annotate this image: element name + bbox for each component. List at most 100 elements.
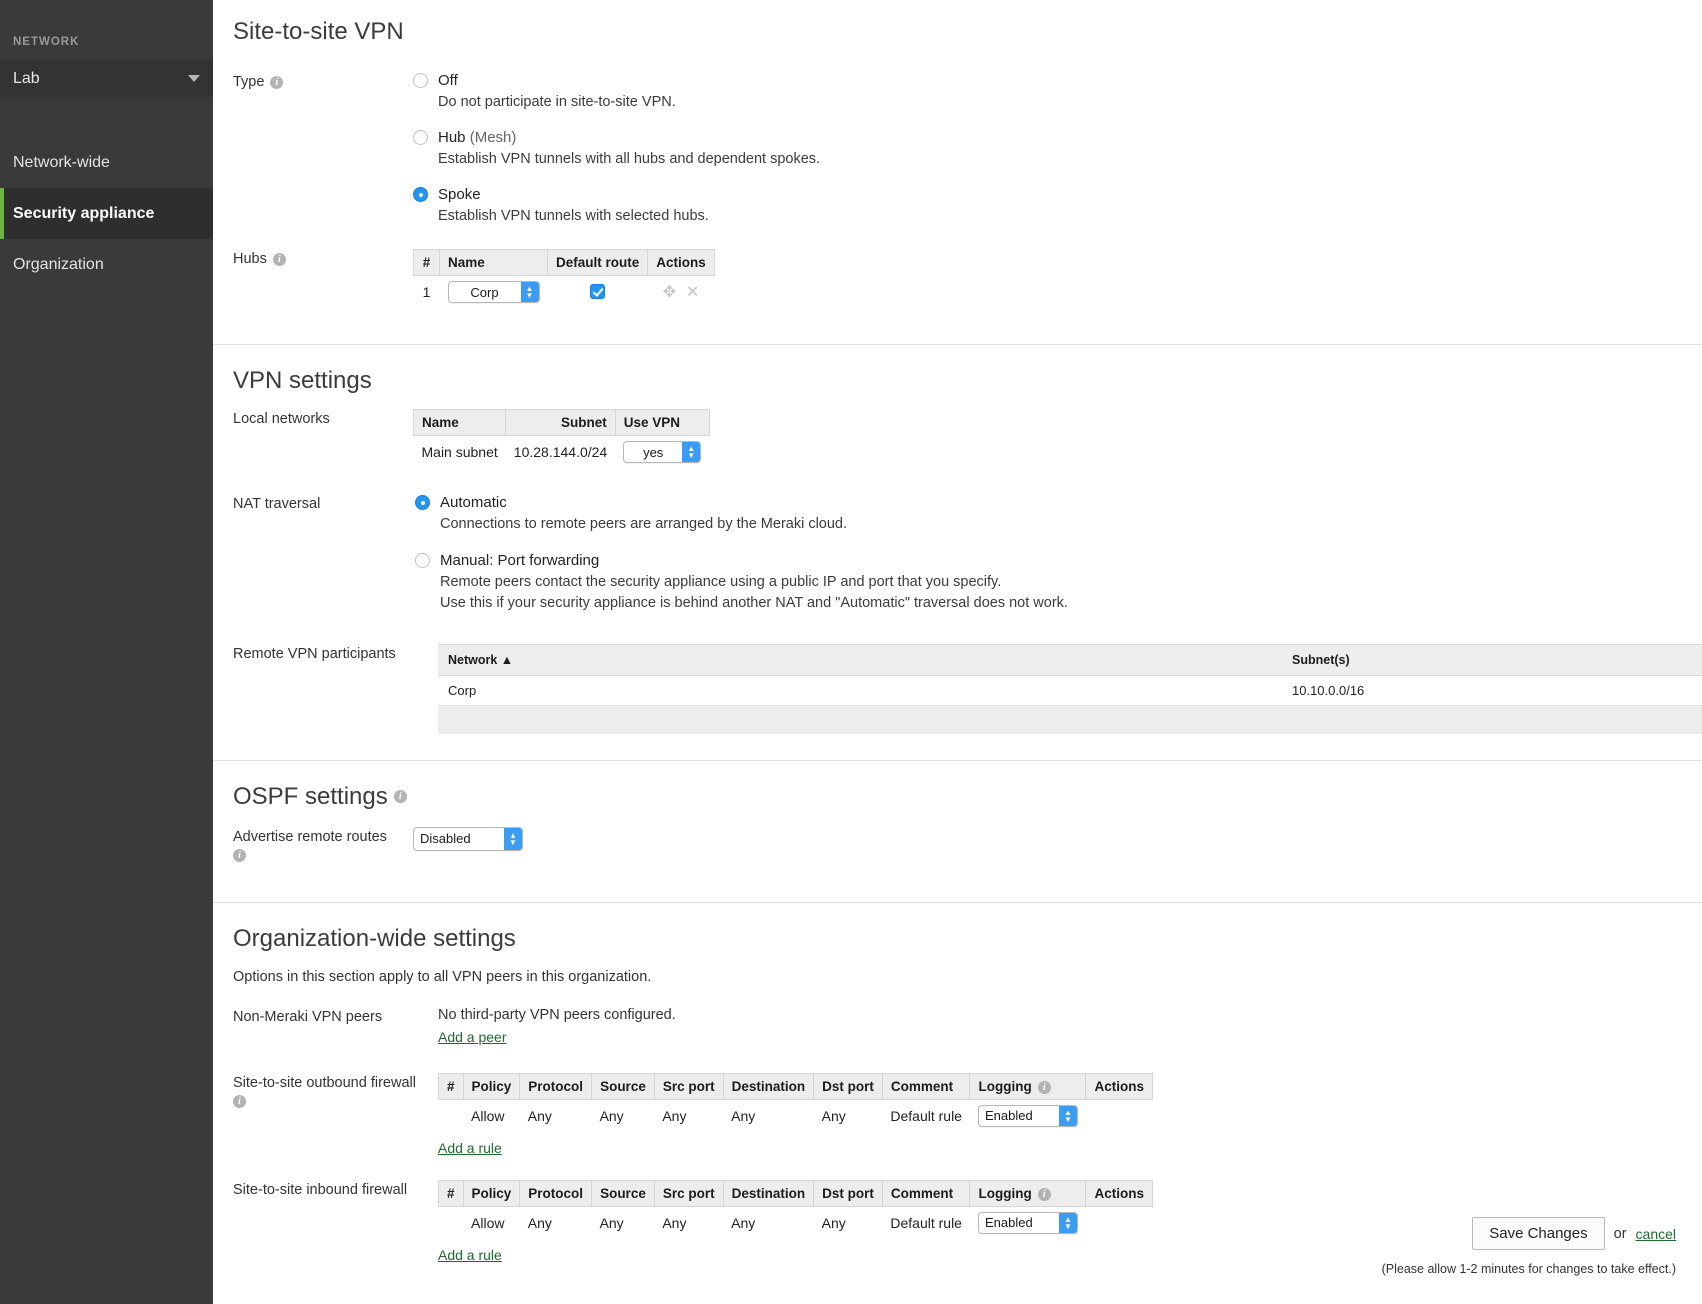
org-settings-intro: Options in this section apply to all VPN… xyxy=(233,969,1702,985)
logging-value: Enabled xyxy=(979,1108,1059,1123)
type-option-desc: Do not participate in site-to-site VPN. xyxy=(438,92,820,113)
hubs-label: Hubsi xyxy=(233,249,413,308)
hub-name-select[interactable]: Corp ▲▼ xyxy=(448,281,540,303)
col-src-port: Src port xyxy=(654,1073,723,1099)
radio-manual[interactable] xyxy=(415,553,430,568)
remote-participants-label: Remote VPN participants xyxy=(233,644,438,734)
info-icon[interactable]: i xyxy=(233,1095,246,1108)
nat-options: Automatic Connections to remote peers ar… xyxy=(413,494,1068,614)
col-num: # xyxy=(414,250,440,276)
table-row-blank xyxy=(438,706,1702,734)
blank-cell xyxy=(438,706,1282,734)
nat-option-desc: Remote peers contact the security applia… xyxy=(440,572,1068,593)
page-title: Site-to-site VPN xyxy=(233,18,1702,46)
type-options: Off Do not participate in site-to-site V… xyxy=(413,72,820,227)
type-option-spoke[interactable]: Spoke xyxy=(413,186,820,203)
add-a-peer-link[interactable]: Add a peer xyxy=(438,1029,507,1045)
sidebar-item-security-appliance[interactable]: Security appliance xyxy=(0,188,213,239)
info-icon[interactable]: i xyxy=(273,253,286,266)
rule-source: Any xyxy=(592,1206,655,1239)
info-icon[interactable]: i xyxy=(270,76,283,89)
type-option-hub[interactable]: Hub (Mesh) xyxy=(413,129,820,146)
save-button[interactable]: Save Changes xyxy=(1472,1217,1604,1250)
remove-icon[interactable]: ✕ xyxy=(686,284,699,301)
select-arrows-icon: ▲▼ xyxy=(682,442,700,462)
info-icon[interactable]: i xyxy=(1038,1188,1051,1201)
hub-default-route-cell xyxy=(548,276,648,309)
col-destination: Destination xyxy=(723,1073,814,1099)
network-selector[interactable]: Lab xyxy=(0,60,213,97)
table-row: Corp 10.10.0.0/16 xyxy=(438,676,1702,706)
advertise-routes-row: Advertise remote routes i Disabled ▲▼ xyxy=(213,811,1702,862)
outbound-firewall-label: Site-to-site outbound firewall i xyxy=(233,1073,438,1158)
type-option-label: Spoke xyxy=(438,186,481,203)
radio-spoke[interactable] xyxy=(413,187,428,202)
type-option-off[interactable]: Off xyxy=(413,72,820,89)
outbound-firewall-row: Site-to-site outbound firewall i # Polic… xyxy=(213,1047,1702,1158)
advertise-routes-control: Disabled ▲▼ xyxy=(413,827,523,862)
rule-dst-port: Any xyxy=(814,1206,883,1239)
non-meraki-peers-label: Non-Meraki VPN peers xyxy=(233,1007,438,1047)
sidebar-section-label: NETWORK xyxy=(0,0,213,48)
col-dst-port: Dst port xyxy=(814,1180,883,1206)
nat-option-automatic[interactable]: Automatic xyxy=(415,494,1068,511)
col-num: # xyxy=(439,1073,464,1099)
col-protocol: Protocol xyxy=(520,1073,592,1099)
type-option-label: Off xyxy=(438,72,458,89)
hubs-table-wrap: # Name Default route Actions 1 Corp xyxy=(413,249,715,308)
participant-subnets: 10.10.0.0/16 xyxy=(1282,676,1702,706)
save-row: Save Changes or cancel xyxy=(1382,1217,1676,1250)
advertise-routes-value: Disabled xyxy=(414,831,504,846)
rule-comment: Default rule xyxy=(882,1099,970,1132)
type-option-label: Hub (Mesh) xyxy=(438,129,516,146)
hub-index: 1 xyxy=(414,276,440,309)
table-header-row: # Name Default route Actions xyxy=(414,250,715,276)
footer-actions: Save Changes or cancel (Please allow 1-2… xyxy=(1382,1217,1676,1276)
radio-hub[interactable] xyxy=(413,130,428,145)
table-header-row: Name Subnet Use VPN xyxy=(414,410,710,436)
info-icon[interactable]: i xyxy=(233,849,246,862)
local-networks-table-wrap: Name Subnet Use VPN Main subnet 10.28.14… xyxy=(413,409,710,468)
sidebar: NETWORK Lab Network-wide Security applia… xyxy=(0,0,213,1304)
local-networks-row: Local networks Name Subnet Use VPN Main … xyxy=(213,395,1702,468)
default-route-checkbox[interactable] xyxy=(590,284,605,299)
sidebar-item-network-wide[interactable]: Network-wide xyxy=(0,137,213,188)
info-icon[interactable]: i xyxy=(394,790,407,803)
info-icon[interactable]: i xyxy=(1038,1081,1051,1094)
remote-participants-table-wrap: Network ▲ Subnet(s) Corp 10.10.0.0/16 xyxy=(438,644,1702,734)
move-icon[interactable]: ✥ xyxy=(663,284,676,301)
logging-select[interactable]: Enabled ▲▼ xyxy=(978,1105,1078,1127)
col-actions: Actions xyxy=(1086,1180,1153,1206)
nat-option-label: Manual: Port forwarding xyxy=(440,552,599,569)
select-arrows-icon: ▲▼ xyxy=(1059,1106,1077,1126)
use-vpn-value: yes xyxy=(624,445,682,460)
col-subnet: Subnet xyxy=(506,410,615,436)
col-subnets[interactable]: Subnet(s) xyxy=(1282,645,1702,676)
rule-source: Any xyxy=(592,1099,655,1132)
col-policy: Policy xyxy=(463,1180,520,1206)
radio-off[interactable] xyxy=(413,73,428,88)
col-network[interactable]: Network ▲ xyxy=(438,645,1282,676)
remote-participants-row: Remote VPN participants Network ▲ Subnet… xyxy=(213,614,1702,734)
radio-automatic[interactable] xyxy=(415,495,430,510)
rule-actions-cell xyxy=(1086,1099,1153,1132)
add-a-rule-link-outbound[interactable]: Add a rule xyxy=(438,1140,502,1156)
select-arrows-icon: ▲▼ xyxy=(504,828,522,850)
hub-actions-cell: ✥✕ xyxy=(648,276,715,309)
nat-option-desc-2: Use this if your security appliance is b… xyxy=(440,593,1068,614)
use-vpn-select[interactable]: yes ▲▼ xyxy=(623,441,701,463)
type-option-desc: Establish VPN tunnels with all hubs and … xyxy=(438,149,820,170)
footer-note: (Please allow 1-2 minutes for changes to… xyxy=(1382,1262,1676,1276)
select-arrows-icon: ▲▼ xyxy=(521,282,539,302)
col-protocol: Protocol xyxy=(520,1180,592,1206)
rule-logging-cell: Enabled ▲▼ xyxy=(970,1206,1086,1239)
logging-select[interactable]: Enabled ▲▼ xyxy=(978,1212,1078,1234)
rule-destination: Any xyxy=(723,1206,814,1239)
nat-option-manual[interactable]: Manual: Port forwarding xyxy=(415,552,1068,569)
add-a-rule-link-inbound[interactable]: Add a rule xyxy=(438,1247,502,1263)
sidebar-item-organization[interactable]: Organization xyxy=(0,239,213,290)
advertise-routes-select[interactable]: Disabled ▲▼ xyxy=(413,827,523,851)
cancel-link[interactable]: cancel xyxy=(1636,1226,1676,1242)
sidebar-item-label: Security appliance xyxy=(13,205,154,223)
outbound-firewall-table-wrap: # Policy Protocol Source Src port Destin… xyxy=(438,1073,1153,1158)
